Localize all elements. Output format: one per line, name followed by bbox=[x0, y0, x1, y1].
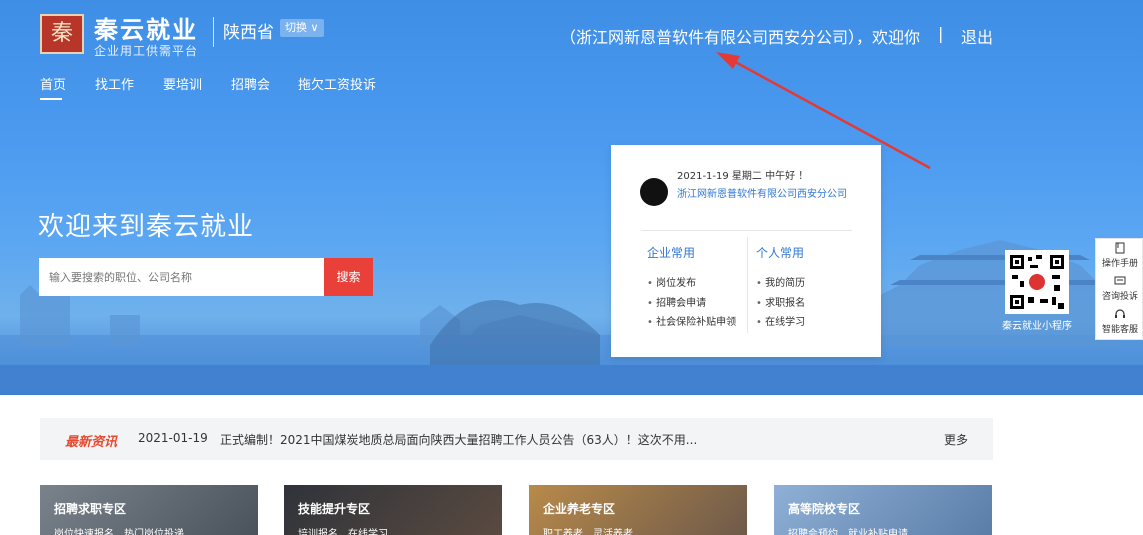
news-headline-link[interactable]: 正式编制！2021中国煤炭地质总局面向陕西大量招聘工作人员公告（63人）！这次不… bbox=[220, 431, 697, 448]
zone-pension[interactable]: 企业养老专区 职工养老 灵活养老 bbox=[529, 485, 747, 535]
personal-common-title: 个人常用 bbox=[756, 246, 805, 260]
zone-title: 高等院校专区 bbox=[788, 502, 861, 516]
complaint-tool[interactable]: 咨询投诉 bbox=[1096, 275, 1143, 302]
enterprise-common-title: 企业常用 bbox=[647, 246, 696, 260]
zone-subtitle: 职工养老 灵活养老 bbox=[543, 529, 633, 535]
zone-recruitment[interactable]: 招聘求职专区 岗位快速报名 热门岗位投递 bbox=[40, 485, 258, 535]
chevron-down-icon: ∨ bbox=[310, 21, 319, 34]
link-my-resume[interactable]: 我的简历 bbox=[756, 274, 805, 289]
news-bar: 最新资讯 2021-01-19 正式编制！2021中国煤炭地质总局面向陕西大量招… bbox=[40, 418, 993, 460]
avatar[interactable] bbox=[640, 178, 668, 206]
nav-item-training[interactable]: 要培训 bbox=[163, 74, 202, 93]
zone-skills[interactable]: 技能提升专区 培训报名 在线学习 bbox=[284, 485, 502, 535]
side-toolbar: 操作手册 咨询投诉 智能客服 bbox=[1095, 238, 1143, 340]
search-button[interactable]: 搜索 bbox=[324, 258, 373, 296]
nav-item-home[interactable]: 首页 bbox=[40, 74, 66, 93]
card-divider bbox=[641, 230, 852, 231]
qr-code-icon bbox=[1008, 253, 1066, 311]
service-label: 智能客服 bbox=[1101, 325, 1138, 335]
header-separator: | bbox=[938, 24, 944, 43]
message-icon bbox=[1114, 276, 1126, 285]
complaint-label: 咨询投诉 bbox=[1101, 292, 1138, 302]
company-welcome: （浙江网新恩普软件有限公司西安分公司），欢迎你 bbox=[560, 28, 921, 47]
book-icon bbox=[1115, 242, 1125, 254]
qr-caption: 秦云就业小程序 bbox=[1002, 321, 1072, 332]
brand-subtitle: 企业用工供需平台 bbox=[94, 44, 199, 58]
search-input[interactable] bbox=[39, 258, 324, 296]
zone-subtitle: 招聘会预约 就业补贴申请 bbox=[788, 529, 908, 535]
manual-tool[interactable]: 操作手册 bbox=[1096, 242, 1143, 269]
qr-code bbox=[1005, 250, 1069, 314]
header-divider bbox=[213, 17, 214, 47]
logout-link[interactable]: 退出 bbox=[961, 24, 993, 48]
hero-banner: 秦 秦云就业 企业用工供需平台 陕西省 切换 ∨ （浙江网新恩普软件有限公司西安… bbox=[0, 0, 1143, 395]
news-date: 2021-01-19 bbox=[138, 431, 208, 445]
headset-icon bbox=[1115, 309, 1125, 318]
brand-name[interactable]: 秦云就业 bbox=[94, 10, 198, 45]
zone-title: 招聘求职专区 bbox=[54, 502, 127, 516]
switch-province-button[interactable]: 切换 ∨ bbox=[280, 19, 324, 37]
welcome-heading: 欢迎来到秦云就业 bbox=[38, 212, 255, 242]
zone-subtitle: 岗位快速报名 热门岗位投递 bbox=[54, 529, 184, 535]
nav-item-find-job[interactable]: 找工作 bbox=[95, 74, 134, 93]
date-greeting: 2021-1-19 星期二 中午好 ！ bbox=[677, 171, 809, 182]
brand-logo[interactable]: 秦 bbox=[40, 14, 84, 54]
user-info-card: 2021-1-19 星期二 中午好 ！ 浙江网新恩普软件有限公司西安分公司 企业… bbox=[611, 145, 881, 357]
nav-item-wage-complaint[interactable]: 拖欠工资投诉 bbox=[298, 74, 376, 93]
zone-subtitle: 培训报名 在线学习 bbox=[298, 529, 388, 535]
link-online-learning[interactable]: 在线学习 bbox=[756, 313, 805, 328]
switch-label: 切换 bbox=[285, 21, 307, 34]
manual-label: 操作手册 bbox=[1101, 259, 1138, 269]
news-more-link[interactable]: 更多 bbox=[944, 431, 968, 448]
news-tag: 最新资讯 bbox=[65, 435, 118, 450]
link-social-insurance-subsidy[interactable]: 社会保险补贴申领 bbox=[647, 313, 736, 328]
link-post-job[interactable]: 岗位发布 bbox=[647, 274, 696, 289]
company-link[interactable]: 浙江网新恩普软件有限公司西安分公司 bbox=[677, 188, 857, 202]
province-label: 陕西省 bbox=[223, 23, 274, 43]
service-tool[interactable]: 智能客服 bbox=[1096, 308, 1143, 335]
card-column-divider bbox=[747, 237, 748, 333]
nav-active-indicator bbox=[40, 98, 62, 100]
link-job-application[interactable]: 求职报名 bbox=[756, 294, 805, 309]
city-skyline-illustration bbox=[0, 240, 1143, 395]
zone-university[interactable]: 高等院校专区 招聘会预约 就业补贴申请 bbox=[774, 485, 992, 535]
zone-title: 技能提升专区 bbox=[298, 502, 371, 516]
search-box[interactable] bbox=[39, 258, 324, 296]
nav-item-job-fair[interactable]: 招聘会 bbox=[231, 74, 270, 93]
zone-title: 企业养老专区 bbox=[543, 502, 616, 516]
link-job-fair-apply[interactable]: 招聘会申请 bbox=[647, 294, 706, 309]
